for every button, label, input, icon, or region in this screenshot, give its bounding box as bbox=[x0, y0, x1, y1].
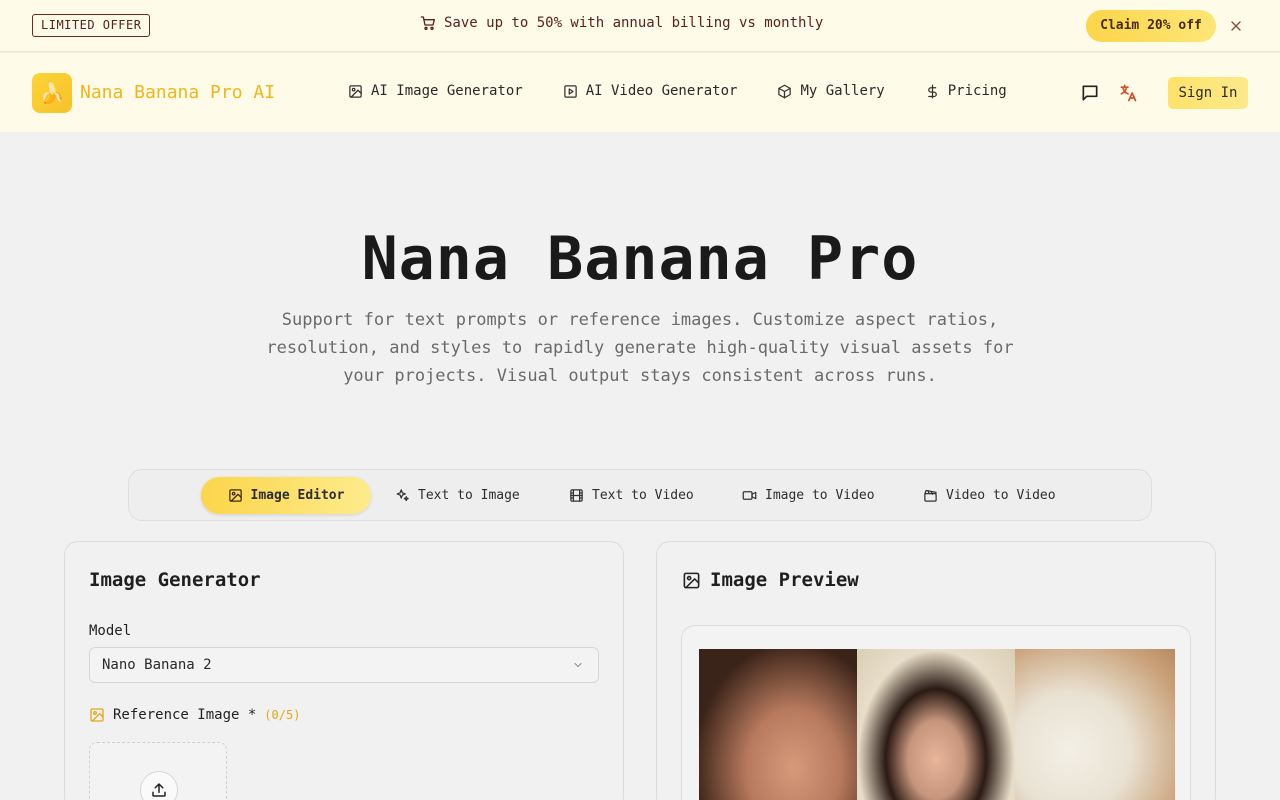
video-camera-icon bbox=[742, 491, 757, 500]
clapperboard-icon bbox=[924, 489, 937, 502]
film-icon bbox=[570, 489, 583, 502]
image-icon bbox=[683, 572, 700, 589]
reference-upload-dropzone[interactable] bbox=[89, 742, 227, 800]
preview-image-3[interactable] bbox=[1015, 649, 1175, 800]
image-icon bbox=[349, 84, 362, 98]
tab-text-to-video[interactable]: Text to Video bbox=[569, 477, 694, 514]
nav-label: AI Video Generator bbox=[585, 83, 738, 99]
tab-label: Image to Video bbox=[765, 488, 875, 503]
nav-label: Pricing bbox=[947, 83, 1007, 99]
model-label: Model bbox=[89, 623, 132, 639]
tab-video-to-video[interactable]: Video to Video bbox=[923, 477, 1056, 514]
preview-image-2[interactable] bbox=[857, 649, 1015, 800]
mode-tabs: Image Editor Text to Image Text to Video… bbox=[128, 469, 1152, 521]
reference-label-text: Reference Image * bbox=[113, 707, 257, 723]
nav-label: AI Image Generator bbox=[371, 83, 523, 99]
image-preview-panel: Image Preview bbox=[656, 541, 1216, 800]
cart-icon bbox=[420, 16, 435, 30]
dollar-icon bbox=[927, 84, 937, 98]
tab-text-to-image[interactable]: Text to Image bbox=[395, 477, 520, 514]
tab-image-to-video[interactable]: Image to Video bbox=[742, 477, 875, 514]
main-nav: AI Image Generator AI Video Generator My… bbox=[348, 83, 1047, 99]
panel-title: Image Preview bbox=[710, 569, 859, 591]
nav-label: My Gallery bbox=[800, 83, 885, 99]
tab-label: Text to Video bbox=[592, 488, 694, 503]
reference-image-label: Reference Image * (0/5) bbox=[89, 707, 300, 723]
reference-count: (0/5) bbox=[264, 708, 301, 722]
nav-my-gallery[interactable]: My Gallery bbox=[777, 83, 885, 99]
preview-image-frame bbox=[681, 625, 1191, 800]
promo-message-text: Save up to 50% with annual billing vs mo… bbox=[444, 15, 824, 31]
panel-title: Image Generator bbox=[89, 569, 261, 591]
chevron-down-icon bbox=[574, 663, 582, 667]
site-header: 🍌 Nana Banana Pro AI AI Image Generator … bbox=[0, 53, 1280, 132]
limited-offer-badge: LIMITED OFFER bbox=[32, 14, 151, 37]
brand-name[interactable]: Nana Banana Pro AI bbox=[80, 82, 275, 103]
tab-label: Video to Video bbox=[946, 488, 1056, 503]
preview-image-1[interactable] bbox=[699, 649, 857, 800]
upload-button[interactable] bbox=[140, 771, 178, 800]
page-subtitle: Support for text prompts or reference im… bbox=[266, 310, 1014, 386]
image-icon bbox=[228, 489, 242, 502]
banana-logo-icon[interactable]: 🍌 bbox=[32, 73, 72, 113]
chat-icon[interactable] bbox=[1080, 83, 1100, 103]
model-select[interactable]: Nano Banana 2 bbox=[89, 647, 599, 683]
play-icon bbox=[563, 84, 577, 98]
image-generator-panel: Image Generator Model Nano Banana 2 Refe… bbox=[64, 541, 624, 800]
close-icon[interactable] bbox=[1228, 18, 1244, 34]
upload-icon bbox=[152, 783, 166, 797]
tab-label: Image Editor bbox=[250, 488, 345, 503]
image-icon bbox=[90, 708, 104, 722]
promo-message: Save up to 50% with annual billing vs mo… bbox=[420, 15, 823, 31]
promo-bar: LIMITED OFFER Save up to 50% with annual… bbox=[0, 0, 1280, 52]
nav-pricing[interactable]: Pricing bbox=[925, 83, 1007, 99]
translate-icon[interactable] bbox=[1118, 83, 1138, 103]
page-title: Nana Banana Pro bbox=[361, 224, 919, 294]
model-select-value: Nano Banana 2 bbox=[102, 657, 212, 673]
sparkles-icon bbox=[396, 489, 409, 502]
nav-ai-video-generator[interactable]: AI Video Generator bbox=[563, 83, 738, 99]
claim-offer-button[interactable]: Claim 20% off bbox=[1086, 10, 1216, 42]
sign-in-button[interactable]: Sign In bbox=[1168, 77, 1248, 109]
nav-ai-image-generator[interactable]: AI Image Generator bbox=[348, 83, 523, 99]
cube-icon bbox=[778, 84, 792, 98]
tab-image-editor[interactable]: Image Editor bbox=[201, 477, 371, 514]
tab-label: Text to Image bbox=[418, 488, 520, 503]
